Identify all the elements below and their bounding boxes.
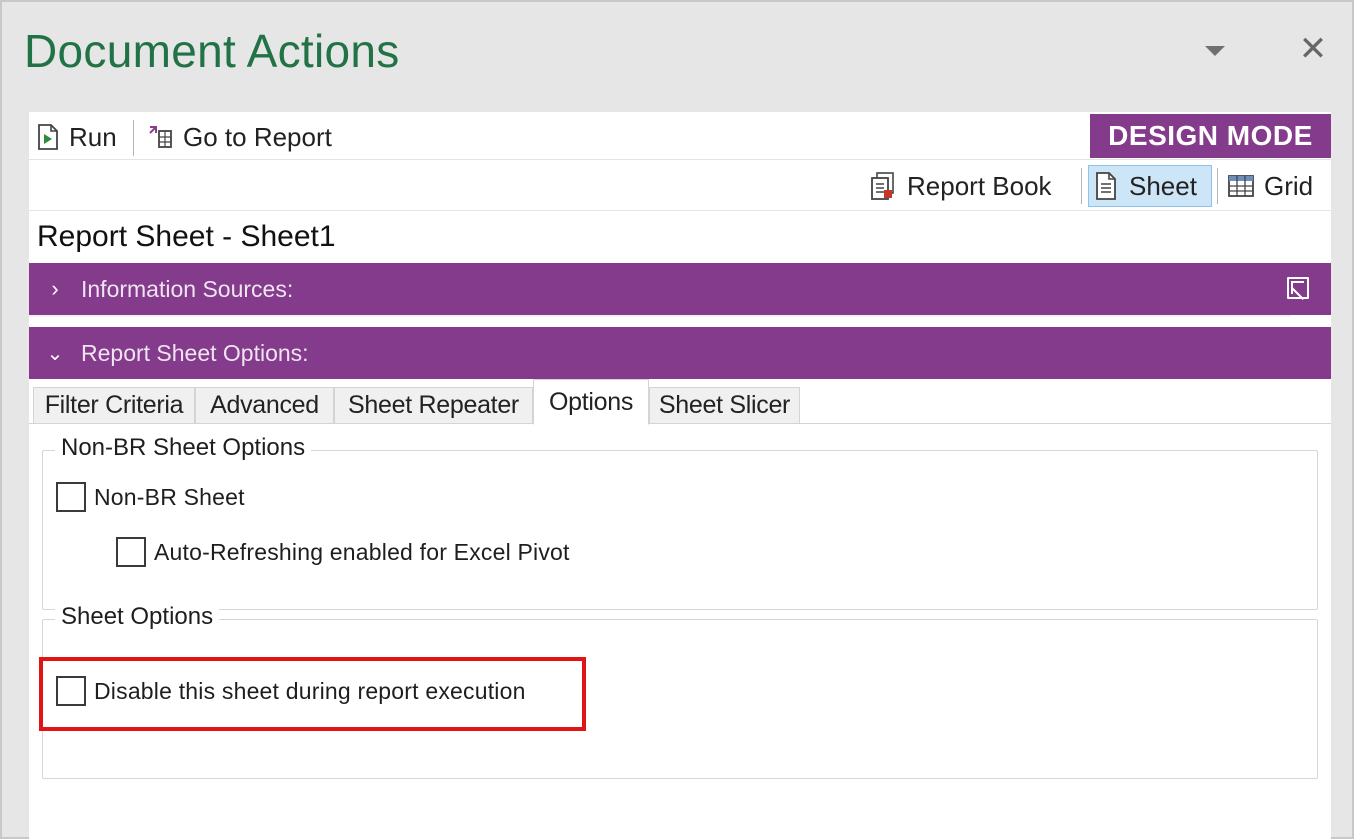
auto-refresh-option[interactable]: Auto-Refreshing enabled for Excel Pivot: [116, 537, 570, 567]
sheet-options-legend: Sheet Options: [55, 603, 220, 631]
sheet-heading: Report Sheet - Sheet1: [37, 220, 336, 253]
information-sources-header[interactable]: › Information Sources:: [29, 263, 1331, 315]
non-br-sheet-options-group: Non-BR Sheet Options Non-BR Sheet Auto-R…: [42, 434, 1318, 610]
grid-icon: [1228, 175, 1254, 197]
tab-sheet-repeater[interactable]: Sheet Repeater: [334, 387, 533, 424]
toolbar-separator: [133, 120, 134, 156]
view-toolbar: Report Book Sheet Grid: [29, 162, 1331, 211]
sheet-label: Sheet: [1129, 170, 1197, 201]
annotation-highlight-box: [39, 657, 586, 731]
go-to-report-icon: [149, 126, 172, 148]
non-br-sheet-option[interactable]: Non-BR Sheet: [56, 482, 245, 512]
report-book-label: Report Book: [907, 170, 1052, 201]
toolbar-separator: [1217, 168, 1218, 204]
toolbar-divider: [29, 210, 1331, 211]
report-sheet-options-label: Report Sheet Options:: [81, 339, 309, 366]
toolbar-divider: [29, 159, 1331, 160]
pop-out-icon[interactable]: [1287, 277, 1309, 299]
non-br-sheet-checkbox[interactable]: [56, 482, 86, 512]
chevron-down-icon: ⌄: [46, 342, 64, 365]
pane-title: Document Actions: [24, 25, 400, 77]
run-icon: [38, 124, 58, 150]
go-to-report-button[interactable]: Go to Report: [147, 118, 332, 156]
report-book-button[interactable]: Report Book: [869, 167, 1052, 205]
toolbar-separator: [1081, 168, 1082, 204]
grid-label: Grid: [1264, 170, 1314, 201]
sheet-button[interactable]: Sheet: [1095, 167, 1197, 205]
go-to-report-label: Go to Report: [183, 121, 332, 152]
action-toolbar: Run Go to Report DESIGN MODE: [29, 112, 1331, 160]
design-mode-badge: DESIGN MODE: [1090, 114, 1331, 158]
options-tab-strip: Filter Criteria Advanced Sheet Repeater …: [29, 379, 1331, 425]
section-divider: [29, 315, 1291, 317]
report-book-icon: [871, 172, 894, 200]
grid-button[interactable]: Grid: [1228, 167, 1313, 205]
tab-sheet-slicer[interactable]: Sheet Slicer: [649, 387, 800, 424]
auto-refresh-label: Auto-Refreshing enabled for Excel Pivot: [154, 538, 570, 565]
auto-refresh-checkbox[interactable]: [116, 537, 146, 567]
tab-advanced[interactable]: Advanced: [195, 387, 334, 424]
sheet-icon: [1096, 172, 1116, 200]
tab-options[interactable]: Options: [533, 379, 649, 425]
chevron-down-icon[interactable]: [1205, 46, 1225, 56]
options-tab-panel: Non-BR Sheet Options Non-BR Sheet Auto-R…: [29, 423, 1331, 839]
non-br-sheet-options-legend: Non-BR Sheet Options: [55, 434, 312, 462]
run-label: Run: [69, 121, 117, 152]
run-button[interactable]: Run: [37, 118, 117, 156]
document-actions-pane: Document Actions ✕ Run Go to Report DESI…: [0, 0, 1354, 839]
non-br-sheet-label: Non-BR Sheet: [94, 483, 245, 510]
close-icon[interactable]: ✕: [1296, 32, 1330, 66]
information-sources-label: Information Sources:: [81, 275, 294, 302]
report-sheet-options-header[interactable]: ⌄ Report Sheet Options:: [29, 327, 1331, 379]
chevron-right-icon: ›: [51, 276, 59, 301]
tab-filter-criteria[interactable]: Filter Criteria: [33, 387, 195, 424]
